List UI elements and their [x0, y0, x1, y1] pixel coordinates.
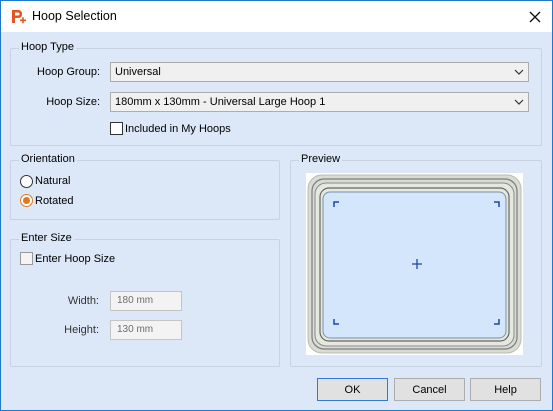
- enter-hoop-size-label: Enter Hoop Size: [35, 253, 116, 265]
- hoop-group-label: Hoop Group:: [37, 66, 100, 78]
- enter-size-title: Enter Size: [19, 232, 74, 244]
- hoop-size-value: 180mm x 130mm - Universal Large Hoop 1: [115, 96, 326, 108]
- chevron-down-icon: [514, 69, 524, 75]
- title-bar: Hoop Selection: [1, 1, 552, 32]
- natural-radio[interactable]: [20, 175, 33, 188]
- hoop-group-select[interactable]: Universal: [110, 62, 529, 82]
- orientation-title: Orientation: [19, 153, 77, 165]
- included-in-my-hoops-checkbox[interactable]: [110, 122, 123, 135]
- close-button[interactable]: [518, 1, 552, 32]
- help-button[interactable]: Help: [470, 378, 541, 401]
- natural-label: Natural: [35, 175, 71, 187]
- rotated-radio[interactable]: [20, 194, 33, 207]
- hoop-group-value: Universal: [115, 66, 161, 78]
- enter-hoop-size-checkbox[interactable]: [20, 252, 33, 265]
- height-label: Height:: [64, 324, 99, 336]
- width-label: Width:: [67, 295, 99, 307]
- width-field[interactable]: 180 mm: [110, 291, 182, 311]
- height-value: 130 mm: [117, 324, 154, 335]
- close-icon: [529, 11, 541, 22]
- cancel-button[interactable]: Cancel: [394, 378, 465, 401]
- preview-title: Preview: [299, 153, 343, 165]
- hoop-preview-graphic: [307, 174, 522, 354]
- included-in-my-hoops-label: Included in My Hoops: [125, 123, 231, 135]
- orientation-group: Orientation: [10, 153, 280, 220]
- hoop-preview: [306, 173, 523, 355]
- rotated-label: Rotated: [35, 195, 74, 207]
- height-field[interactable]: 130 mm: [110, 320, 182, 340]
- app-icon: [12, 10, 26, 24]
- width-value: 180 mm: [117, 295, 154, 306]
- hoop-type-title: Hoop Type: [19, 41, 77, 53]
- window-title: Hoop Selection: [32, 9, 117, 23]
- chevron-down-icon: [514, 99, 524, 105]
- hoop-size-select[interactable]: 180mm x 130mm - Universal Large Hoop 1: [110, 92, 529, 112]
- ok-button[interactable]: OK: [317, 378, 388, 401]
- hoop-selection-dialog: Hoop Selection Hoop Type Hoop Group: Uni…: [0, 0, 553, 411]
- hoop-size-label: Hoop Size:: [46, 96, 100, 108]
